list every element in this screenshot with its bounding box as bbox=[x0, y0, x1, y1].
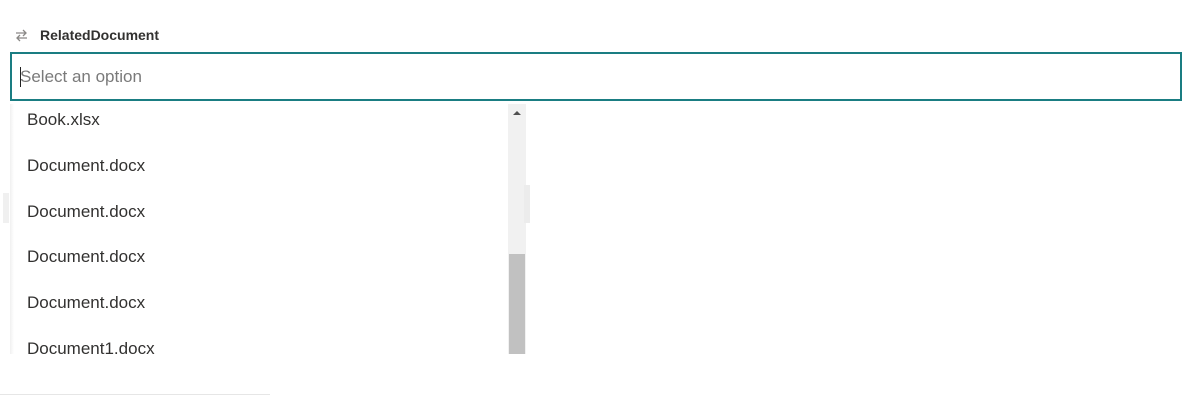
option-item[interactable]: Document.docx bbox=[10, 143, 508, 189]
field-label-text: RelatedDocument bbox=[40, 27, 160, 43]
background-fragment bbox=[524, 185, 530, 223]
option-item[interactable]: Document1.docx bbox=[10, 326, 508, 354]
text-cursor bbox=[20, 67, 21, 87]
option-item[interactable]: Document.docx bbox=[10, 189, 508, 235]
option-item[interactable]: Document.docx bbox=[10, 234, 508, 280]
options-dropdown: Book.xlsx Document.docx Document.docx Do… bbox=[10, 104, 528, 354]
option-item[interactable]: Book.xlsx bbox=[10, 104, 508, 143]
scroll-thumb[interactable] bbox=[509, 254, 525, 354]
field-label: RelatedDocument bbox=[13, 25, 159, 45]
form-page: RelatedDocument Book.xlsx Document.docx … bbox=[0, 0, 1200, 400]
option-item[interactable]: Document.docx bbox=[10, 280, 508, 326]
option-list: Book.xlsx Document.docx Document.docx Do… bbox=[10, 104, 508, 354]
background-fragment bbox=[3, 193, 9, 223]
sync-arrows-icon bbox=[13, 27, 30, 44]
dropdown-scrollbar[interactable] bbox=[508, 104, 526, 354]
divider bbox=[0, 394, 270, 395]
scroll-up-arrow-icon[interactable] bbox=[508, 104, 526, 122]
related-document-combobox[interactable] bbox=[10, 52, 1182, 101]
related-document-input[interactable] bbox=[12, 54, 1180, 99]
